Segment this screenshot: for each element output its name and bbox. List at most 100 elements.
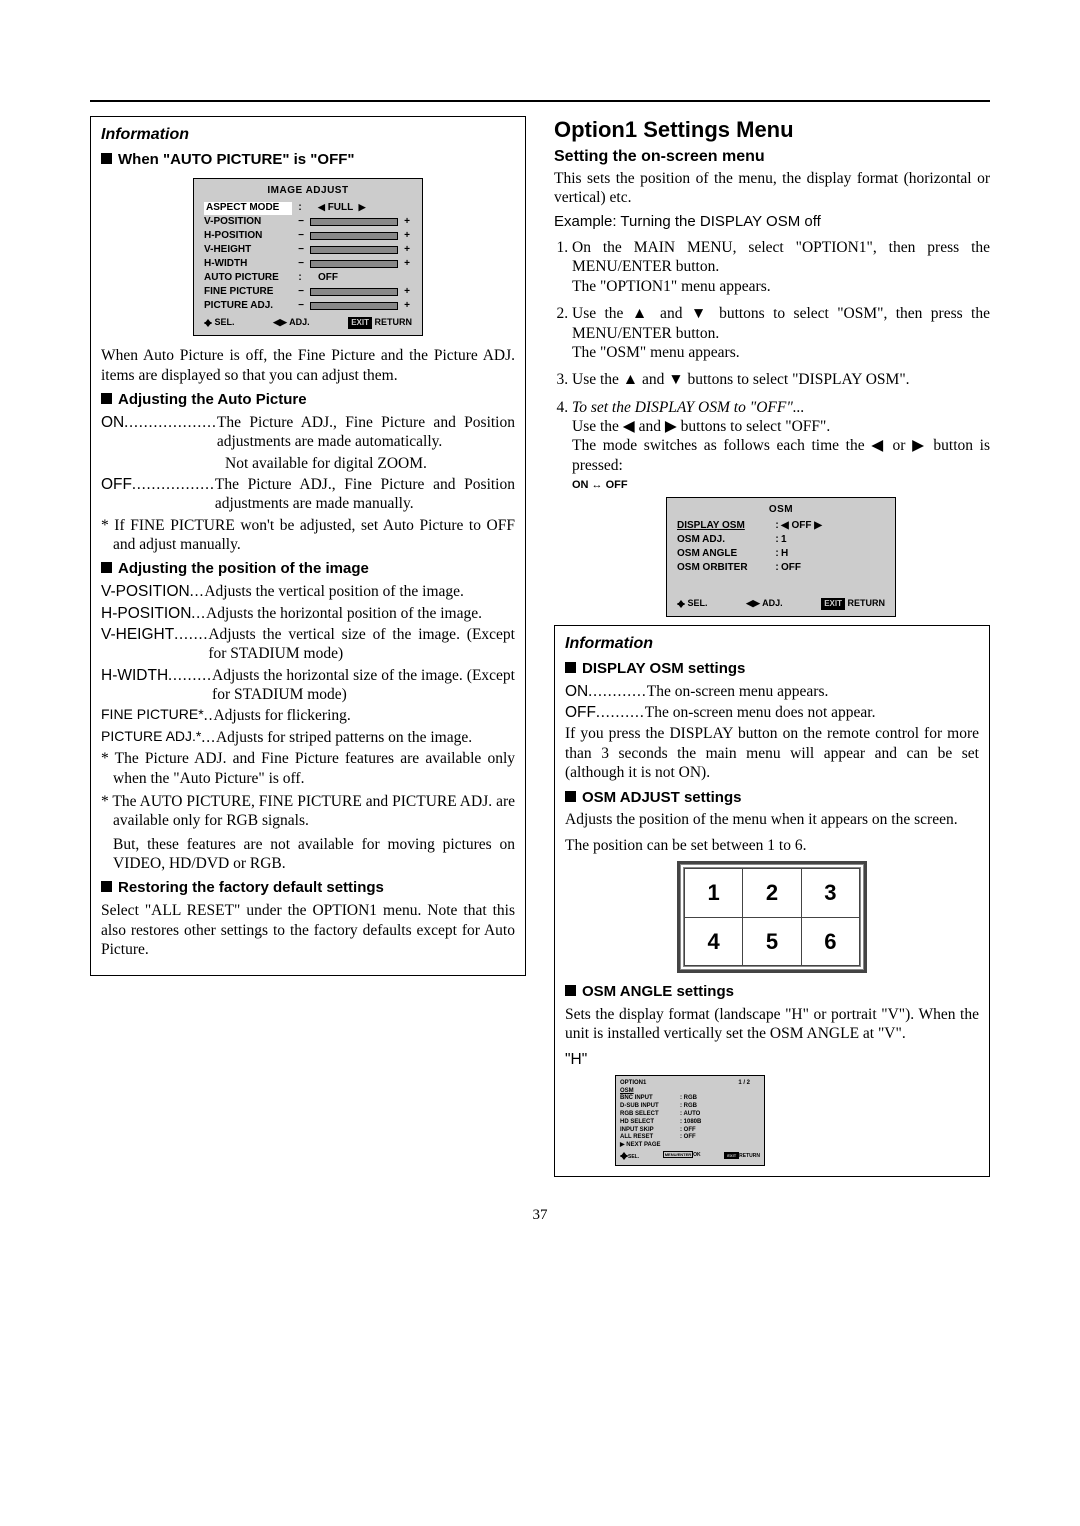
def-osm-off: OFF..........The on-screen menu does not…: [565, 703, 979, 722]
square-bullet-icon: [101, 881, 112, 892]
tiny-osd-controls: SEL. MENU/ENTEROK EXITRETURN: [620, 1152, 760, 1161]
osd-row-label: ▶ NEXT PAGE: [620, 1142, 680, 1150]
slider-bar: [310, 246, 398, 254]
term: V-POSITION: [101, 582, 190, 601]
adj-indicator: ADJ.: [273, 317, 310, 329]
sel-indicator: SEL.: [620, 1152, 639, 1161]
updown-icon: [204, 317, 212, 327]
osd-row: OSM ORBITER: OFF: [677, 562, 885, 576]
osm-angle-desc: Sets the display format (landscape "H" o…: [565, 1005, 979, 1044]
osd-row-label: RGB SELECT: [620, 1111, 680, 1119]
osd-row: V-POSITION−+: [204, 215, 412, 229]
osd-row: ▶ NEXT PAGE: [620, 1142, 760, 1150]
osd-osm-menu: OSM DISPLAY OSM: ◀ OFF ▶OSM ADJ.: 1OSM A…: [666, 497, 896, 617]
osd-option1-tiny: OPTION11 / 2 OSMBNC INPUT: RGBD-SUB INPU…: [615, 1075, 765, 1166]
osd-title: OSM: [677, 504, 885, 517]
plus-icon: +: [402, 244, 412, 257]
exit-indicator: EXITRETURN: [724, 1152, 760, 1161]
section-osm-angle: OSM ANGLE settings: [565, 983, 979, 1002]
def-fine-picture: FINE PICTURE* ..Adjusts for flickering.: [101, 706, 515, 725]
exit-box-icon: EXIT: [821, 598, 845, 610]
right-arrow-icon: [753, 598, 760, 608]
dot-leader: ..........: [596, 703, 645, 722]
osd-row: INPUT SKIP: OFF: [620, 1127, 760, 1135]
grid-cell-4: 4: [685, 917, 743, 966]
dot-leader: ...: [191, 604, 206, 623]
osd-row-value: : RGB: [680, 1095, 697, 1103]
osd-row: H-WIDTH−+: [204, 257, 412, 271]
def-vposition: V-POSITION ...Adjusts the vertical posit…: [101, 582, 515, 601]
updown-icon: [620, 1154, 628, 1160]
exit-indicator: EXIT RETURN: [348, 317, 412, 329]
information-heading: Information: [101, 125, 515, 145]
minus-icon: −: [296, 258, 306, 271]
osd-row-label: D-SUB INPUT: [620, 1103, 680, 1111]
page-top-rule: [90, 100, 990, 102]
colon: :: [773, 562, 781, 576]
def-text: Adjusts the vertical position of the ima…: [204, 582, 515, 601]
section-adjust-position: Adjusting the position of the image: [101, 560, 515, 579]
def-text: The on-screen menu appears.: [647, 682, 979, 701]
right-column: Option1 Settings Menu Setting the on-scr…: [554, 116, 990, 1177]
minus-icon: −: [296, 286, 306, 299]
osd-row-value: OFF: [781, 562, 885, 576]
osd-row: V-HEIGHT− +: [204, 243, 412, 257]
osd-row-value: OFF: [308, 272, 412, 285]
osd-row-value: : 1080B: [680, 1119, 701, 1127]
section-adjust-auto-picture: Adjusting the Auto Picture: [101, 391, 515, 410]
grid-cell-2: 2: [743, 869, 801, 918]
osd-row: AUTO PICTURE:OFF: [204, 271, 412, 285]
osd-row-label: ASPECT MODE: [204, 202, 292, 215]
osd-row-value: : OFF: [680, 1127, 696, 1135]
grid-cell-1: 1: [685, 869, 743, 918]
slider-bar: [310, 288, 398, 296]
osd-row-value: ◀ OFF ▶: [781, 520, 885, 534]
osd-row: HD SELECT: 1080B: [620, 1119, 760, 1127]
minus-icon: −: [296, 244, 306, 257]
def-text: Adjusts for striped patterns on the imag…: [216, 728, 515, 747]
term: H-WIDTH: [101, 666, 168, 705]
note-available-auto-off: * The Picture ADJ. and Fine Picture feat…: [101, 749, 515, 788]
left-arrow-icon: [746, 598, 753, 608]
dot-leader: ...: [201, 728, 216, 747]
def-osm-on: ON............The on-screen menu appears…: [565, 682, 979, 701]
updown-icon: [677, 598, 685, 608]
def-picture-adj: PICTURE ADJ.* ...Adjusts for striped pat…: [101, 728, 515, 747]
plus-icon: +: [402, 286, 412, 299]
osd-row-label: PICTURE ADJ.: [204, 300, 292, 313]
information-heading: Information: [565, 634, 979, 654]
osd-row-label: V-POSITION: [204, 216, 292, 229]
dot-leader: .................: [132, 475, 215, 514]
note-rgb-only: * The AUTO PICTURE, FINE PICTURE and PIC…: [101, 792, 515, 831]
def-text: The on-screen menu does not appear.: [645, 703, 979, 722]
ok-indicator: MENU/ENTEROK: [663, 1152, 701, 1161]
minus-icon: −: [296, 230, 306, 243]
page-number: 37: [90, 1207, 990, 1224]
colon: :: [773, 548, 781, 562]
square-bullet-icon: [101, 393, 112, 404]
section-title: OSM ANGLE settings: [582, 983, 734, 1000]
auto-picture-off-desc: When Auto Picture is off, the Fine Pictu…: [101, 346, 515, 385]
section-osm-adjust: OSM ADJUST settings: [565, 789, 979, 808]
osd-row: FINE PICTURE−+: [204, 285, 412, 299]
section-auto-picture-off: When "AUTO PICTURE" is "OFF": [101, 151, 515, 170]
slider-bar: [310, 302, 398, 310]
osd-row: D-SUB INPUT: RGB: [620, 1103, 760, 1111]
osd-row-label: OSM ADJ.: [677, 534, 773, 548]
osd-row-value: 1: [781, 534, 885, 548]
section-title: OSM ADJUST settings: [582, 789, 741, 806]
adj-indicator: ADJ.: [746, 598, 783, 610]
step-4: To set the DISPLAY OSM to "OFF"...Use th…: [572, 398, 990, 617]
dot-leader: ...................: [124, 413, 217, 452]
def-on: ON...................The Picture ADJ., F…: [101, 413, 515, 452]
position-grid: 1 2 3 4 5 6: [677, 861, 867, 973]
dot-leader: .......: [174, 625, 208, 664]
right-info-box: Information DISPLAY OSM settings ON.....…: [554, 625, 990, 1177]
osd-row-label: V-HEIGHT: [204, 244, 292, 257]
left-column: Information When "AUTO PICTURE" is "OFF"…: [90, 116, 526, 1177]
def-off-text: The Picture ADJ., Fine Picture and Posit…: [215, 475, 515, 514]
plus-icon: +: [402, 216, 412, 229]
plus-icon: +: [402, 258, 412, 271]
manual-page: Information When "AUTO PICTURE" is "OFF"…: [0, 0, 1080, 1264]
def-on-text: The Picture ADJ., Fine Picture and Posit…: [217, 413, 515, 452]
